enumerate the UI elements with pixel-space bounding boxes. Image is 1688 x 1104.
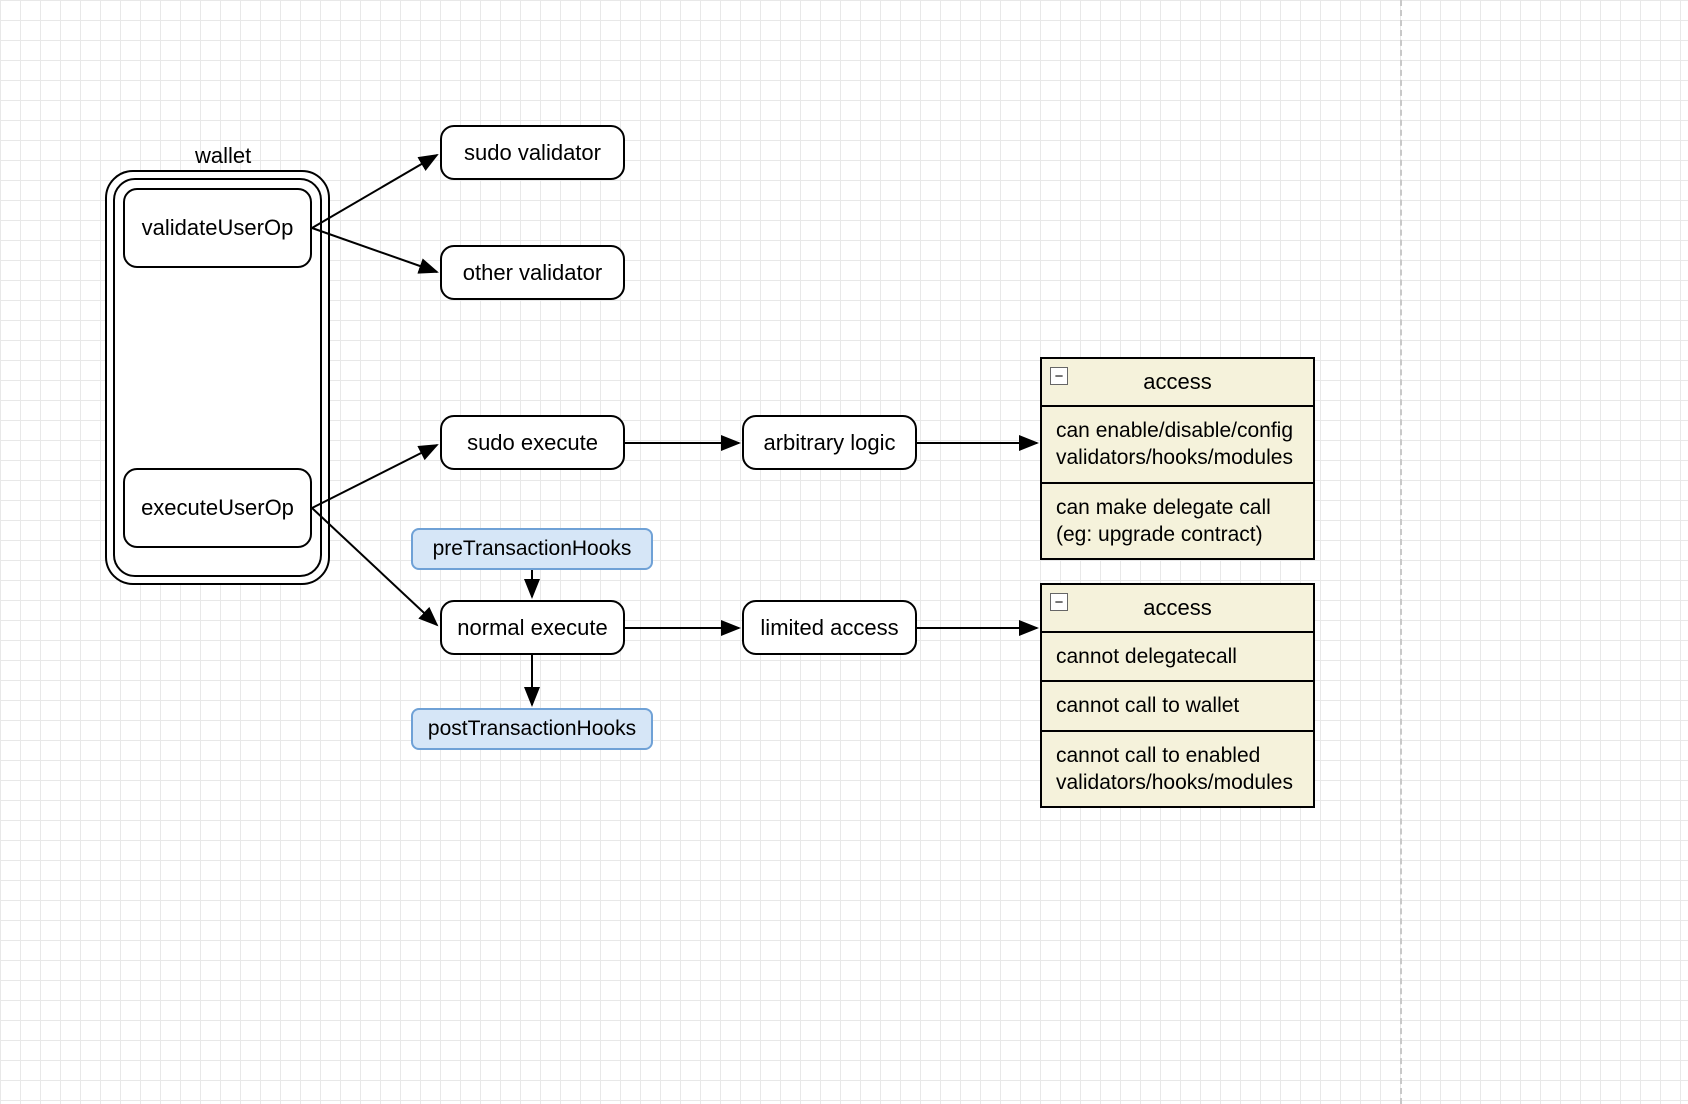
sudo-validator-box: sudo validator: [440, 125, 625, 180]
access-sudo-row: can make delegate call (eg: upgrade cont…: [1042, 484, 1313, 559]
limited-access-box: limited access: [742, 600, 917, 655]
access-normal-row: cannot call to enabled validators/hooks/…: [1042, 732, 1313, 807]
normal-execute-label: normal execute: [457, 615, 607, 641]
access-sudo-header: − access: [1042, 359, 1313, 407]
normal-execute-box: normal execute: [440, 600, 625, 655]
access-normal-title: access: [1143, 595, 1211, 620]
access-normal-row: cannot call to wallet: [1042, 682, 1313, 731]
sudo-validator-label: sudo validator: [464, 140, 601, 166]
execute-userop-box: executeUserOp: [123, 468, 312, 548]
post-hooks-box: postTransactionHooks: [411, 708, 653, 750]
sudo-execute-label: sudo execute: [467, 430, 598, 456]
access-sudo-title: access: [1143, 369, 1211, 394]
diagram-canvas: wallet validateUserOp executeUserOp sudo…: [0, 0, 1688, 1104]
other-validator-box: other validator: [440, 245, 625, 300]
validate-userop-label: validateUserOp: [142, 215, 294, 241]
pre-hooks-label: preTransactionHooks: [433, 537, 632, 561]
other-validator-label: other validator: [463, 260, 602, 286]
validate-userop-box: validateUserOp: [123, 188, 312, 268]
collapse-icon[interactable]: −: [1050, 367, 1068, 385]
access-normal-table: − access cannot delegatecall cannot call…: [1040, 583, 1315, 808]
access-sudo-row: can enable/disable/config validators/hoo…: [1042, 407, 1313, 484]
access-sudo-table: − access can enable/disable/config valid…: [1040, 357, 1315, 560]
limited-access-label: limited access: [760, 615, 898, 641]
access-normal-row: cannot delegatecall: [1042, 633, 1313, 682]
pre-hooks-box: preTransactionHooks: [411, 528, 653, 570]
sudo-execute-box: sudo execute: [440, 415, 625, 470]
arbitrary-logic-label: arbitrary logic: [763, 430, 895, 456]
post-hooks-label: postTransactionHooks: [428, 717, 636, 741]
wallet-title: wallet: [195, 143, 251, 169]
access-normal-header: − access: [1042, 585, 1313, 633]
arbitrary-logic-box: arbitrary logic: [742, 415, 917, 470]
execute-userop-label: executeUserOp: [141, 495, 294, 521]
collapse-icon[interactable]: −: [1050, 593, 1068, 611]
